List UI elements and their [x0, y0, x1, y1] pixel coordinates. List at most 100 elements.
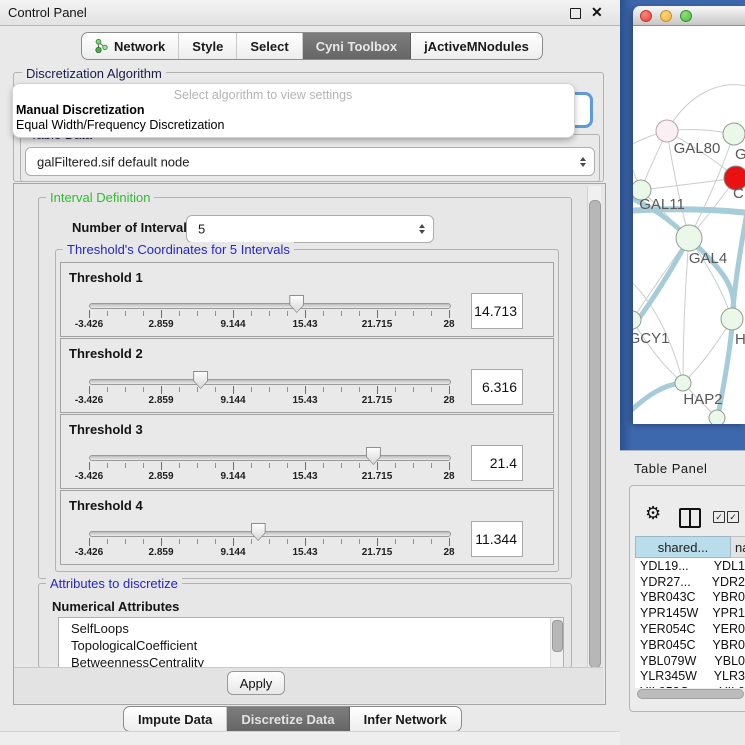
apply-row	[14, 667, 603, 703]
node-bottom[interactable]	[709, 410, 725, 424]
threshold-label: Threshold 1	[69, 270, 143, 285]
node-gal4[interactable]	[676, 225, 702, 251]
tick-label: 9.144	[220, 471, 245, 482]
zoom-traffic-light-icon[interactable]	[680, 10, 692, 22]
close-icon[interactable]: ✕	[591, 4, 603, 21]
split-columns-icon[interactable]	[679, 508, 701, 528]
table-panel-title: Table Panel	[634, 461, 707, 476]
tick-label: 15.43	[292, 395, 317, 406]
tick-label: 2.859	[148, 471, 173, 482]
threshold-value-field[interactable]: 6.316	[471, 369, 523, 405]
threshold-value-field[interactable]: 14.713	[471, 293, 523, 329]
slider-track[interactable]	[89, 379, 451, 385]
network-canvas[interactable]: GAL80 GA C GAL11 GAL4 GCY1 H HAP2	[633, 26, 745, 424]
node-gal80[interactable]	[656, 120, 678, 142]
tick-label: 15.43	[292, 319, 317, 330]
numerical-attributes-list[interactable]: SelfLoops TopologicalCoefficient Between…	[58, 617, 564, 668]
tick-label: -3.426	[75, 471, 103, 482]
network-window-titlebar[interactable]	[633, 6, 745, 26]
close-traffic-light-icon[interactable]	[640, 10, 652, 22]
column-header-name[interactable]: na	[731, 536, 745, 558]
tab-network[interactable]: Network	[82, 33, 179, 59]
screen: Control Panel ✕ Network Style Select	[0, 0, 745, 745]
table-row[interactable]: YER054CYER0	[635, 621, 745, 637]
threshold-label: Threshold 3	[69, 422, 143, 437]
column-header-shared-name[interactable]: shared...	[635, 536, 731, 558]
node-right-top[interactable]	[723, 123, 745, 145]
number-of-intervals-combobox[interactable]: 5	[186, 215, 434, 243]
tick-label: 2.859	[148, 319, 173, 330]
tab-discretize-data[interactable]: Discretize Data	[227, 707, 349, 731]
threshold-2-panel: Threshold 2 -3.426 2.859 9.144 15.43 21.…	[60, 338, 554, 413]
thresholds-group-title: Threshold's Coordinates for 5 Intervals	[63, 242, 294, 257]
list-scrollbar[interactable]	[550, 618, 563, 667]
table-rows[interactable]: YDL19...YDL1 YDR27...YDR2 YBR043CYBR0 YP…	[635, 558, 745, 688]
node-h[interactable]	[721, 308, 743, 330]
tab-impute-data[interactable]: Impute Data	[124, 707, 227, 731]
list-item[interactable]: SelfLoops	[59, 620, 563, 637]
threshold-value-field[interactable]: 21.4	[471, 445, 523, 481]
apply-button[interactable]: Apply	[227, 671, 285, 695]
slider-scale: -3.426 2.859 9.144 15.43 21.715 28	[89, 386, 449, 410]
tab-select[interactable]: Select	[237, 33, 302, 59]
discretization-algorithm-group-title: Discretization Algorithm	[22, 66, 166, 81]
tab-jactivemnodules[interactable]: jActiveMNodules	[411, 33, 542, 59]
combo-stepper-icon	[580, 157, 586, 167]
threshold-value-field[interactable]: 11.344	[471, 521, 523, 557]
checkbox-icon[interactable]: ✓	[713, 511, 725, 523]
slider-track[interactable]	[89, 303, 451, 309]
slider-track[interactable]	[89, 531, 451, 537]
table-row[interactable]: YPR145WYPR1	[635, 605, 745, 621]
network-window: GAL80 GA C GAL11 GAL4 GCY1 H HAP2	[633, 6, 745, 423]
combo-stepper-icon	[419, 224, 425, 234]
gear-icon[interactable]: ⚙	[645, 505, 661, 523]
node-label: GA	[735, 146, 745, 163]
table-row[interactable]: YDL19...YDL1	[635, 558, 745, 574]
table-horizontal-scrollbar[interactable]	[636, 688, 744, 699]
tab-label: Cyni Toolbox	[316, 39, 397, 54]
checkbox-icon[interactable]: ✓	[727, 511, 739, 523]
table-data-combobox[interactable]: galFiltered.sif default node	[25, 147, 595, 176]
slider-scale: -3.426 2.859 9.144 15.43 21.715 28	[89, 462, 449, 486]
table-row[interactable]: YBL079WYBL0	[635, 653, 745, 669]
attributes-group-title: Attributes to discretize	[46, 576, 182, 591]
control-panel-titlebar	[0, 0, 620, 26]
tick-label: 21.715	[362, 471, 393, 482]
float-window-icon[interactable]	[570, 8, 581, 19]
slider-track[interactable]	[89, 455, 451, 461]
tick-label: 9.144	[220, 319, 245, 330]
table-header: shared... na	[635, 536, 745, 558]
node-label: GCY1	[633, 330, 669, 347]
table-row[interactable]: YLR345WYLR3	[635, 669, 745, 685]
tick-label: 21.715	[362, 319, 393, 330]
tick-label: 28	[443, 319, 454, 330]
table-row[interactable]: YBR045CYBR0	[635, 637, 745, 653]
tab-style[interactable]: Style	[179, 33, 237, 59]
tab-label: jActiveMNodules	[424, 39, 529, 54]
tab-cyni-toolbox[interactable]: Cyni Toolbox	[303, 33, 411, 59]
table-row[interactable]: YBR043CYBR0	[635, 590, 745, 606]
numerical-attributes-label: Numerical Attributes	[52, 599, 179, 614]
node-hap2[interactable]	[675, 375, 691, 391]
tab-label: Infer Network	[364, 712, 447, 727]
network-icon	[95, 39, 108, 53]
node-label: HAP2	[683, 391, 722, 408]
algorithm-option-equal-width[interactable]: Equal Width/Frequency Discretization	[16, 118, 224, 132]
table-row[interactable]: YDR27...YDR2	[635, 574, 745, 590]
network-graph: GAL80 GA C GAL11 GAL4 GCY1 H HAP2	[633, 26, 745, 424]
tick-label: 9.144	[220, 547, 245, 558]
minimize-traffic-light-icon[interactable]	[660, 10, 672, 22]
tab-label: Impute Data	[138, 712, 212, 727]
list-item[interactable]: BetweennessCentrality	[59, 654, 563, 668]
bottom-tab-bar: Impute Data Discretize Data Infer Networ…	[123, 706, 462, 732]
tab-label: Select	[250, 39, 288, 54]
slider-scale: -3.426 2.859 9.144 15.43 21.715 28	[89, 538, 449, 562]
tab-infer-network[interactable]: Infer Network	[350, 707, 461, 731]
list-item[interactable]: TopologicalCoefficient	[59, 637, 563, 654]
node-label: C	[733, 185, 744, 202]
tab-label: Network	[114, 39, 165, 54]
algorithm-option-manual[interactable]: Manual Discretization	[16, 103, 145, 117]
number-of-intervals-value: 5	[198, 222, 205, 237]
tab-label: Style	[192, 39, 223, 54]
settings-scrollbar-thumb[interactable]	[589, 200, 601, 668]
